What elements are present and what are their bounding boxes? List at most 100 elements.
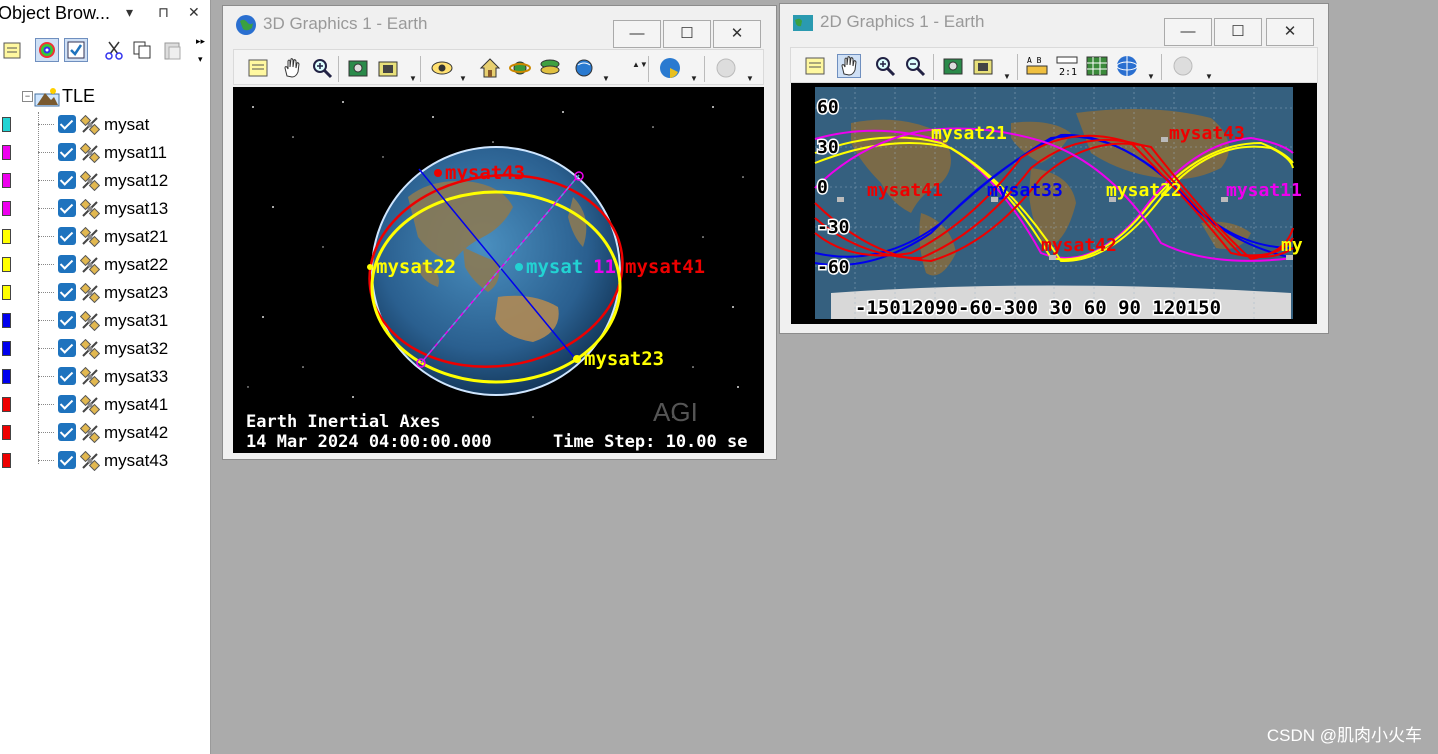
copy-icon[interactable] xyxy=(130,38,154,62)
satellite-item-mysat31[interactable]: mysat31 xyxy=(0,308,210,334)
visibility-checkbox[interactable] xyxy=(58,255,76,273)
pan-hand-icon[interactable] xyxy=(837,54,861,78)
collapse-icon[interactable]: − xyxy=(22,91,33,102)
color-wheel-icon[interactable] xyxy=(35,38,59,62)
pan-hand-icon[interactable] xyxy=(280,56,304,80)
satellite-item-mysat13[interactable]: mysat13 xyxy=(0,196,210,222)
sat-marker[interactable] xyxy=(573,355,581,363)
grid-icon[interactable] xyxy=(1085,54,1109,78)
satellite-item-mysat11[interactable]: mysat11 xyxy=(0,140,210,166)
properties-icon[interactable] xyxy=(246,56,270,80)
dropdown-icon[interactable]: ▼ xyxy=(1205,72,1213,81)
toolbar-overflow-icon[interactable]: ▲▼ xyxy=(632,60,648,69)
satellite-item-mysat32[interactable]: mysat32 xyxy=(0,336,210,362)
dropdown-icon[interactable]: ▼ xyxy=(459,74,467,83)
visibility-checkbox[interactable] xyxy=(58,227,76,245)
record-movie-icon[interactable] xyxy=(971,54,995,78)
dropdown-icon[interactable]: ▼ xyxy=(602,74,610,83)
label-mysat41: mysat41 xyxy=(867,180,943,201)
object-browser-title: Object Brow... xyxy=(0,3,111,23)
properties-icon[interactable] xyxy=(803,54,827,78)
lon-axis-labels: -15012090-60-300 30 60 90 120150 xyxy=(855,297,1221,319)
satellite-item-mysat21[interactable]: mysat21 xyxy=(0,224,210,250)
disabled-globe-icon[interactable] xyxy=(714,56,738,80)
window-3d-toolbar: ▼ ▼ ▼ ▲▼ ▼ ▼ xyxy=(233,49,764,85)
close-button[interactable]: ✕ xyxy=(1266,18,1314,46)
close-icon[interactable]: ✕ xyxy=(188,4,200,21)
dropdown-icon[interactable]: ▼ xyxy=(1147,72,1155,81)
dropdown-icon[interactable]: ▾ xyxy=(126,4,133,21)
maximize-button[interactable]: ☐ xyxy=(1214,18,1262,46)
record-movie-icon[interactable] xyxy=(376,56,400,80)
tree-connector xyxy=(38,236,54,237)
pin-icon[interactable]: ⊓ xyxy=(158,4,169,21)
visibility-checkbox[interactable] xyxy=(58,339,76,357)
visibility-checkbox[interactable] xyxy=(58,171,76,189)
properties-icon[interactable] xyxy=(0,38,24,62)
dropdown-icon[interactable]: ▼ xyxy=(690,74,698,83)
paste-icon[interactable] xyxy=(160,38,184,62)
3d-viewport[interactable]: mysat43 mysat22 mysat 11 mysat41 mysat23… xyxy=(233,87,764,453)
orbit-view-icon[interactable] xyxy=(508,56,532,80)
scale-icon[interactable]: 2:1 xyxy=(1055,54,1079,78)
object-browser-toolbar: ▸▸ ▾ xyxy=(0,34,210,70)
home-view-icon[interactable] xyxy=(478,56,502,80)
measure-icon[interactable]: A B xyxy=(1025,54,1049,78)
view-from-icon[interactable] xyxy=(430,56,454,80)
satellite-item-mysat33[interactable]: mysat33 xyxy=(0,364,210,390)
check-icon[interactable] xyxy=(64,38,88,62)
satellite-item-mysat43[interactable]: mysat43 xyxy=(0,448,210,474)
color-swatch xyxy=(2,257,11,272)
color-swatch xyxy=(2,145,11,160)
snapshot-icon[interactable] xyxy=(346,56,370,80)
2d-map-viewport[interactable]: mysat21 mysat43 mysat41 mysat33 mysat22 … xyxy=(791,83,1317,324)
color-swatch xyxy=(2,453,11,468)
dropdown-icon[interactable]: ▼ xyxy=(1003,72,1011,81)
label-mysat11: mysat11 xyxy=(1226,180,1302,201)
toolbar-separator xyxy=(338,56,339,82)
snapshot-icon[interactable] xyxy=(941,54,965,78)
minimize-button[interactable]: — xyxy=(1164,18,1212,46)
dropdown-icon[interactable]: ▼ xyxy=(409,74,417,83)
satellite-item-mysat22[interactable]: mysat22 xyxy=(0,252,210,278)
visibility-checkbox[interactable] xyxy=(58,311,76,329)
window-3d-graphics[interactable]: 3D Graphics 1 - Earth — ☐ ✕ ▼ ▼ ▼ ▲▼ ▼ ▼ xyxy=(222,5,777,460)
projection-icon[interactable] xyxy=(1115,54,1139,78)
tree-connector xyxy=(38,208,54,209)
label-mysat42: mysat42 xyxy=(1041,235,1117,256)
visibility-checkbox[interactable] xyxy=(58,199,76,217)
maximize-button[interactable]: ☐ xyxy=(663,20,711,48)
sat-marker[interactable] xyxy=(367,264,373,270)
satellite-item-mysat42[interactable]: mysat42 xyxy=(0,420,210,446)
zoom-out-icon[interactable] xyxy=(903,54,927,78)
dropdown-icon[interactable]: ▼ xyxy=(746,74,754,83)
toolbar-dropdown-icon[interactable]: ▾ xyxy=(198,54,203,65)
visibility-checkbox[interactable] xyxy=(58,115,76,133)
visibility-checkbox[interactable] xyxy=(58,283,76,301)
visibility-checkbox[interactable] xyxy=(58,451,76,469)
visibility-checkbox[interactable] xyxy=(58,367,76,385)
3d-objects-icon[interactable] xyxy=(572,56,596,80)
satellite-item-mysat[interactable]: mysat xyxy=(0,112,210,138)
cut-icon[interactable] xyxy=(102,38,126,62)
minimize-button[interactable]: — xyxy=(613,20,661,48)
zoom-in-icon[interactable] xyxy=(873,54,897,78)
visibility-checkbox[interactable] xyxy=(58,395,76,413)
sat-marker[interactable] xyxy=(515,263,523,271)
visibility-checkbox[interactable] xyxy=(58,423,76,441)
globe-time-icon[interactable] xyxy=(658,56,682,80)
toolbar-overflow-icon[interactable]: ▸▸ xyxy=(196,36,205,47)
window-2d-graphics[interactable]: 2D Graphics 1 - Earth — ☐ ✕ ▼ A B 2:1 ▼ … xyxy=(779,3,1329,334)
satellite-item-mysat12[interactable]: mysat12 xyxy=(0,168,210,194)
overlay-time-step: Time Step: 10.00 se xyxy=(553,432,747,452)
satellite-icon xyxy=(80,199,100,219)
globe-layers-icon[interactable] xyxy=(538,56,562,80)
sat-marker[interactable] xyxy=(434,169,442,177)
disabled-globe-icon[interactable] xyxy=(1171,54,1195,78)
close-button[interactable]: ✕ xyxy=(713,20,761,48)
satellite-item-mysat41[interactable]: mysat41 xyxy=(0,392,210,418)
satellite-label: mysat22 xyxy=(104,255,169,274)
satellite-item-mysat23[interactable]: mysat23 xyxy=(0,280,210,306)
zoom-in-icon[interactable] xyxy=(310,56,334,80)
visibility-checkbox[interactable] xyxy=(58,143,76,161)
